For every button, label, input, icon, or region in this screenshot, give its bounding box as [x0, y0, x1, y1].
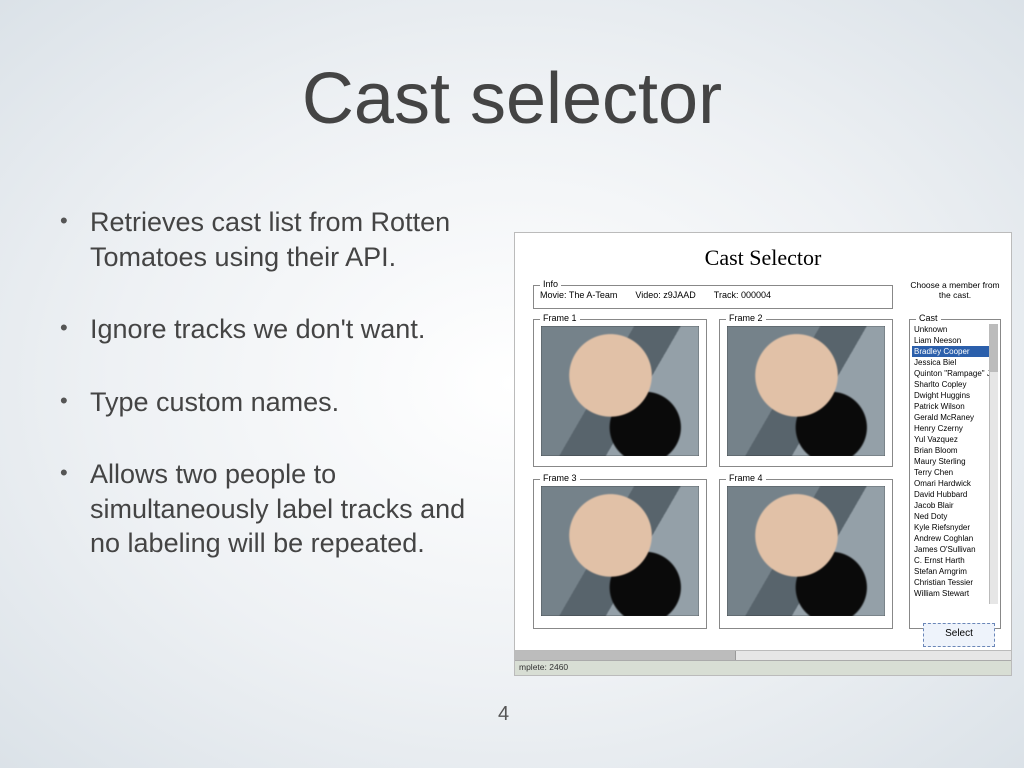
bullet-item: Ignore tracks we don't want.	[60, 312, 490, 347]
cast-box-label: Cast	[916, 313, 941, 323]
slide: Cast selector Retrieves cast list from R…	[0, 0, 1024, 768]
cast-list-item[interactable]: Patrick Wilson	[912, 401, 992, 412]
slide-title: Cast selector	[0, 58, 1024, 140]
frame-label: Frame 1	[540, 313, 580, 323]
cast-list-item[interactable]: David Hubbard	[912, 489, 992, 500]
bullet-item: Allows two people to simultaneously labe…	[60, 457, 490, 561]
cast-list-item[interactable]: Andrew Coghlan	[912, 533, 992, 544]
cast-list-item[interactable]: Christian Tessier	[912, 577, 992, 588]
bullet-item: Retrieves cast list from Rotten Tomatoes…	[60, 205, 490, 274]
frame-label: Frame 3	[540, 473, 580, 483]
cast-listbox[interactable]: UnknownLiam NeesonBradley CooperJessica …	[912, 324, 992, 604]
info-groupbox: Info Movie: The A-Team Video: z9JAAD Tra…	[533, 285, 893, 309]
cast-list-item[interactable]: C. Ernst Harth	[912, 555, 992, 566]
frame-group-3: Frame 3	[533, 479, 707, 629]
cast-list-item[interactable]: Liam Neeson	[912, 335, 992, 346]
cast-list-item[interactable]: Stefan Arngrim	[912, 566, 992, 577]
cast-list-item[interactable]: Henry Czerny	[912, 423, 992, 434]
frame-image	[541, 486, 699, 616]
bullet-item: Type custom names.	[60, 385, 490, 420]
status-bar: mplete: 2460	[515, 660, 1011, 675]
cast-list-item[interactable]: Jacob Blair	[912, 500, 992, 511]
video-field: Video: z9JAAD	[635, 290, 695, 300]
cast-prompt: Choose a member from the cast.	[909, 281, 1001, 301]
frame-image	[727, 486, 885, 616]
frame-image	[727, 326, 885, 456]
cast-list-item[interactable]: Maury Sterling	[912, 456, 992, 467]
track-field: Track: 000004	[714, 290, 771, 300]
info-row: Movie: The A-Team Video: z9JAAD Track: 0…	[540, 290, 886, 300]
cast-list-item[interactable]: Yul Vazquez	[912, 434, 992, 445]
cast-scrollbar[interactable]	[989, 324, 998, 604]
cast-list-item[interactable]: Omari Hardwick	[912, 478, 992, 489]
frame-label: Frame 2	[726, 313, 766, 323]
cast-list-item[interactable]: Brian Bloom	[912, 445, 992, 456]
cast-list-item[interactable]: Dwight Huggins	[912, 390, 992, 401]
info-label: Info	[540, 279, 561, 289]
cast-list-item[interactable]: Terry Chen	[912, 467, 992, 478]
frame-group-4: Frame 4	[719, 479, 893, 629]
cast-groupbox: Cast UnknownLiam NeesonBradley CooperJes…	[909, 319, 1001, 629]
cast-list-item[interactable]: Quinton "Rampage" Ja	[912, 368, 992, 379]
cast-list-item[interactable]: Gerald McRaney	[912, 412, 992, 423]
frame-image	[541, 326, 699, 456]
frame-group-1: Frame 1	[533, 319, 707, 467]
select-button[interactable]: Select	[923, 623, 995, 647]
frame-group-2: Frame 2	[719, 319, 893, 467]
app-title: Cast Selector	[515, 245, 1011, 271]
frame-label: Frame 4	[726, 473, 766, 483]
cast-list-item[interactable]: Ned Doty	[912, 511, 992, 522]
app-window: Cast Selector Info Movie: The A-Team Vid…	[514, 232, 1012, 676]
cast-list-item[interactable]: Bradley Cooper	[912, 346, 992, 357]
cast-list-item[interactable]: Kyle Riefsnyder	[912, 522, 992, 533]
movie-field: Movie: The A-Team	[540, 290, 617, 300]
cast-list-item[interactable]: Jessica Biel	[912, 357, 992, 368]
cast-list-item[interactable]: William Stewart	[912, 588, 992, 599]
cast-list-item[interactable]: Sharlto Copley	[912, 379, 992, 390]
cast-list-item[interactable]: James O'Sullivan	[912, 544, 992, 555]
bullet-list: Retrieves cast list from Rotten Tomatoes…	[60, 205, 490, 599]
page-number: 4	[498, 703, 509, 726]
cast-list-item[interactable]: Unknown	[912, 324, 992, 335]
